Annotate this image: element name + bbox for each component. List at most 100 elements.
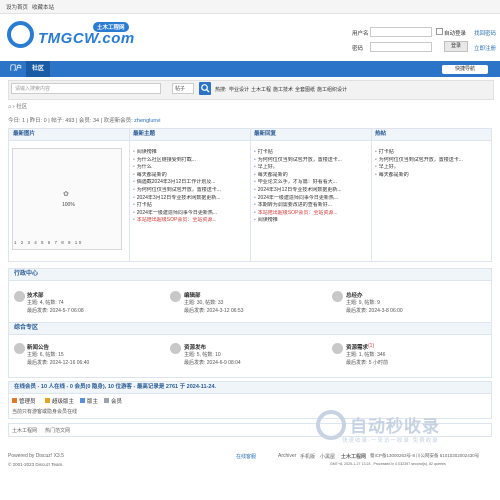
forum-meta: 主题: 4, 帖数: 74 xyxy=(27,300,64,306)
thread-link[interactable]: • 本站陪出超级SOP会员：全站资源... xyxy=(133,217,247,225)
thread-link[interactable]: • 每天都是新的 xyxy=(133,172,247,180)
watermark-subtitle: 快速收录·一来访一收录·免费收录 xyxy=(342,438,439,444)
thread-title: 打卡贴 xyxy=(257,149,273,155)
hot-term[interactable]: 土木工程 xyxy=(251,86,271,93)
thread-link[interactable]: • 打卡贴 xyxy=(254,149,368,157)
find-password-link[interactable]: 找回密码 xyxy=(474,29,496,37)
thread-link[interactable]: • 偶遇截2024年3月12日工作计划及... xyxy=(133,179,247,187)
link-item[interactable]: 热门范文网 xyxy=(45,427,70,434)
group-super-mod: 超级版主 xyxy=(52,399,75,405)
hot-term[interactable]: 全套图纸 xyxy=(295,86,315,93)
image-pager[interactable]: 1 2 3 4 5 6 7 8 9 10 xyxy=(14,240,83,245)
username-input[interactable] xyxy=(370,27,432,37)
thread-link[interactable]: • 为何何位仅当到试包开放，置楼送卡... xyxy=(254,157,368,165)
thread-link[interactable]: • 2024年一级建造师同事今日更新热... xyxy=(254,195,368,203)
mobile-link[interactable]: 手机版 xyxy=(300,453,315,460)
bullet-icon: • xyxy=(133,156,135,163)
thread-link[interactable]: • 2024年3月12日专业技术网数据更新... xyxy=(133,195,247,203)
search-button[interactable] xyxy=(199,82,211,95)
forum-last-post[interactable]: 最后发表: 2024-3-8 06:00 xyxy=(346,307,403,314)
forum-meta: 主题: 1, 帖数: 346 xyxy=(346,352,386,358)
forum-last-post[interactable]: 最后发表: 2024-12-16 06:40 xyxy=(27,359,89,366)
breadcrumb-current[interactable]: 社区 xyxy=(16,104,27,110)
thread-link[interactable]: • 本站陪出超级SOP会员：全站资源... xyxy=(254,210,368,218)
col-hot-threads: 热帖 xyxy=(375,131,387,137)
nav-portal[interactable]: 门户 xyxy=(4,61,28,77)
thread-link[interactable]: • 为什么 xyxy=(133,164,247,172)
forum-name[interactable]: 资源需求 xyxy=(346,343,368,351)
group-member: 会员 xyxy=(111,399,123,405)
icp-link[interactable]: 蜀ICP备13000263号-8 xyxy=(370,453,415,459)
register-link[interactable]: 立即注册 xyxy=(474,44,496,52)
forum-name[interactable]: 新闻公告 xyxy=(27,343,49,351)
online-title[interactable]: 在线会员 - 10 人在线 - 0 会员(0 隐身), 10 位游客 - 最高记… xyxy=(9,382,491,394)
thread-link[interactable]: • 早上好。 xyxy=(254,164,368,172)
forum-name[interactable]: 编辑部 xyxy=(184,291,201,299)
new-member-link[interactable]: zhenglunvi xyxy=(134,118,160,124)
section-title[interactable]: 综合专区 xyxy=(9,323,491,335)
hot-term[interactable]: 毕业设计 xyxy=(229,86,249,93)
image-slider[interactable] xyxy=(12,148,122,250)
forum-last-post[interactable]: 最后发表: 2024-6-9 08:04 xyxy=(184,359,241,366)
site-name-link[interactable]: 土木工程网 xyxy=(341,453,366,460)
thread-link[interactable]: • 为何何位仅当到试包开放，置楼送卡... xyxy=(133,187,247,195)
hot-term[interactable]: 施工技术 xyxy=(273,86,293,93)
section-title[interactable]: 行政中心 xyxy=(9,269,491,281)
powered-by[interactable]: Powered by Discuz! X3.5 xyxy=(8,453,64,459)
police-link[interactable]: 川公网安备 51010302002430号 xyxy=(416,453,479,459)
archiver-link[interactable]: Archiver xyxy=(278,453,296,459)
forum-last-post[interactable]: 最后发表: 5 小时前 xyxy=(346,359,388,366)
forum-name[interactable]: 技术部 xyxy=(27,291,44,299)
thread-title: 2024年一级建造师同事今日更新热... xyxy=(136,209,218,216)
thread-link[interactable]: • 每天都是新的 xyxy=(375,172,487,180)
forum-meta: 主题: 30, 帖数: 33 xyxy=(184,300,224,306)
thread-link[interactable]: • 打卡贴 xyxy=(375,149,487,157)
forum-icon xyxy=(14,291,25,302)
today-count-badge: (1) xyxy=(368,343,375,349)
section-admin: 行政中心 xyxy=(8,268,492,324)
bullet-icon: • xyxy=(375,149,377,155)
forum-icon xyxy=(170,343,181,354)
col-latest-replies: 最新回复 xyxy=(254,131,277,137)
forum-name[interactable]: 资源发布 xyxy=(184,343,206,351)
bullet-icon: • xyxy=(254,179,256,186)
login-button[interactable]: 登录 xyxy=(444,41,468,52)
home-icon[interactable]: ⌂ xyxy=(8,104,11,110)
forum-meta: 主题: 6, 帖数: 15 xyxy=(27,352,64,358)
dark-room-link[interactable]: 小黑屋 xyxy=(320,453,335,460)
thread-link[interactable]: • 2024年3月12日专业技术网数据更新... xyxy=(254,187,368,195)
thread-title: 毕业论文么手，才写篇：好看看大... xyxy=(257,179,337,186)
logo-icon[interactable] xyxy=(7,21,34,48)
nav-community[interactable]: 社区 xyxy=(26,61,51,77)
search-type-select[interactable]: 帖子 xyxy=(172,83,194,94)
forum-last-post[interactable]: 最后发表: 2024-5-7 06:08 xyxy=(27,307,84,314)
bookmark-link[interactable]: 收藏本站 xyxy=(32,3,54,11)
forum-icon xyxy=(14,343,25,354)
forum-name[interactable]: 总经办 xyxy=(346,291,363,299)
password-input[interactable] xyxy=(370,42,432,52)
thread-link[interactable]: • 阅读榜推 xyxy=(254,217,368,225)
thread-link[interactable]: • 每天都是新的 xyxy=(254,172,368,180)
bullet-icon: • xyxy=(254,209,256,216)
logo-text[interactable]: TMGCW.com xyxy=(38,30,135,47)
thread-link[interactable]: • 为何何位仅当到试包开放，置楼送卡... xyxy=(375,157,487,165)
thread-link[interactable]: • 毕业论文么手，才写篇：好看看大... xyxy=(254,179,368,187)
thread-title: 为什么 xyxy=(136,164,152,171)
thread-link[interactable]: • 阅读榜推 xyxy=(133,149,247,157)
thread-link[interactable]: • 2024年一级建造师同事今日更新热... xyxy=(133,210,247,218)
search-icon xyxy=(201,84,210,93)
auto-login-checkbox[interactable] xyxy=(436,28,443,35)
thread-title: 为何何位仅当到试包开放，置楼送卡... xyxy=(378,156,463,163)
thread-link[interactable]: • 打卡贴 xyxy=(133,202,247,210)
link-item[interactable]: 土木工程网 xyxy=(12,427,37,434)
quick-nav-button[interactable]: 快捷导航 xyxy=(442,65,488,74)
set-home-link[interactable]: 设为首页 xyxy=(6,3,28,11)
thread-link[interactable]: • 为什么社区链接受到打截... xyxy=(133,157,247,165)
search-input[interactable]: 请输入搜索内容 xyxy=(11,83,161,94)
thread-link[interactable]: • 早上好。 xyxy=(375,164,487,172)
forum-last-post[interactable]: 最后发表: 2024-3-12 06:53 xyxy=(184,307,243,314)
thread-title: 每天都是新的 xyxy=(136,171,167,178)
thread-link[interactable]: • 本期转为调需要改进的查看新好... xyxy=(254,202,368,210)
online-service-link[interactable]: 在线客服 xyxy=(236,453,256,460)
hot-term[interactable]: 施工组织设计 xyxy=(317,86,347,93)
